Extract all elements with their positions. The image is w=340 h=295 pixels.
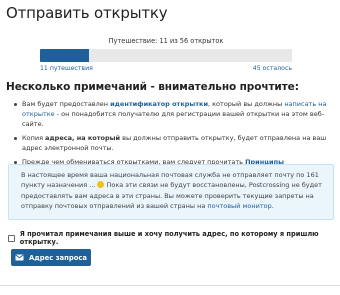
note-emphasis: адреса, на который	[45, 134, 121, 142]
note-text: Копия	[22, 134, 46, 142]
request-address-label: Адрес запроса	[28, 253, 87, 262]
progress-remaining-label: 45 осталось	[252, 65, 292, 72]
travel-progress: Путешествие: 11 из 56 открыток 11 путеше…	[40, 37, 292, 72]
postal-monitor-link[interactable]: почтовый монитор	[207, 202, 271, 210]
info-text: .	[271, 202, 274, 211]
confirm-checkbox[interactable]	[8, 234, 15, 242]
note-text: Вам будет предоставлен	[22, 100, 111, 108]
notes-heading: Несколько примечаний - внимательно прочт…	[6, 81, 299, 93]
progress-bar-fill	[40, 49, 90, 62]
confirm-label: Я прочитал примечания выше и хочу получи…	[19, 230, 319, 246]
note-text: - он понадобится получателю для регистра…	[22, 110, 325, 128]
progress-caption: Путешествие: 11 из 56 открыток	[108, 37, 224, 45]
progress-traveling-label: 11 путешествия	[40, 65, 93, 72]
note-text: , который вы должны	[208, 100, 285, 108]
postcard-id-link[interactable]: идентификатор открытки	[110, 100, 208, 108]
envelope-icon	[15, 254, 24, 261]
confirm-read-row[interactable]: Я прочитал примечания выше и хочу получи…	[8, 230, 340, 246]
note-item-address: Копия адреса, на который вы должны отпра…	[13, 133, 333, 153]
note-item-id: Вам будет предоставлен идентификатор отк…	[13, 99, 333, 129]
request-address-button[interactable]: Адрес запроса	[11, 249, 91, 266]
page-title: Отправить открытку	[6, 4, 168, 22]
footer-divider	[0, 285, 340, 286]
postal-info-box: В настоящее время ваша национальная почт…	[8, 164, 334, 220]
progress-bar	[40, 49, 292, 62]
